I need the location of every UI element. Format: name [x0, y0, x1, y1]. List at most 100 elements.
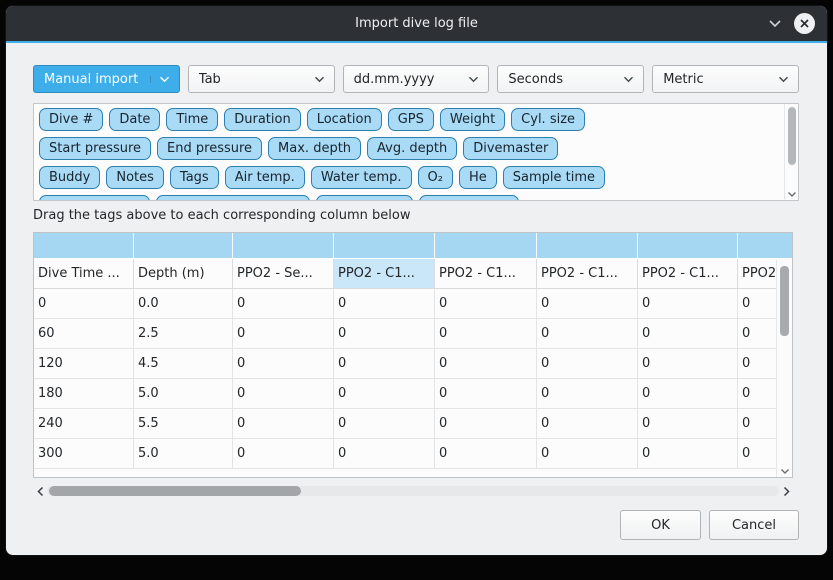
tag-max-depth[interactable]: Max. depth [268, 137, 361, 160]
table-cell[interactable]: 0 [233, 379, 334, 409]
tag-avg-depth[interactable]: Avg. depth [367, 137, 457, 160]
column-drop-target[interactable] [34, 233, 134, 259]
table-cell[interactable]: 0 [638, 349, 738, 379]
tag-date[interactable]: Date [109, 108, 160, 131]
table-cell[interactable]: 0 [537, 409, 638, 439]
table-cell[interactable]: 0 [435, 439, 537, 469]
table-cell[interactable]: 0 [233, 349, 334, 379]
scrollbar-thumb[interactable] [780, 266, 789, 336]
table-cell[interactable]: 0 [738, 289, 776, 319]
table-cell[interactable]: 0 [34, 289, 134, 319]
table-cell[interactable]: 0 [738, 439, 776, 469]
table-cell[interactable]: 0.0 [134, 289, 233, 319]
close-icon[interactable] [794, 13, 815, 34]
column-header[interactable]: PPO2 - C1... [537, 259, 638, 289]
table-cell[interactable]: 60 [34, 319, 134, 349]
table-cell[interactable]: 0 [435, 289, 537, 319]
tag-water-temp[interactable]: Water temp. [311, 166, 412, 189]
scrollbar-thumb[interactable] [788, 107, 796, 165]
combo-units[interactable]: Metric [652, 65, 799, 93]
tag-sample-temperature[interactable]: Sample temperature [156, 195, 311, 200]
tag-tags[interactable]: Tags [170, 166, 219, 189]
column-drop-target[interactable] [638, 233, 738, 259]
table-cell[interactable]: 0 [334, 379, 435, 409]
column-header[interactable]: PPO2 [738, 259, 776, 289]
titlebar[interactable]: Import dive log file [6, 6, 827, 43]
table-cell[interactable]: 0 [638, 409, 738, 439]
tag-sample-time[interactable]: Sample time [503, 166, 605, 189]
cancel-button[interactable]: Cancel [709, 510, 799, 540]
table-cell[interactable]: 300 [34, 439, 134, 469]
tag-buddy[interactable]: Buddy [39, 166, 100, 189]
table-cell[interactable]: 0 [435, 409, 537, 439]
tag-gps[interactable]: GPS [388, 108, 434, 131]
combo-duration-format[interactable]: Seconds [497, 65, 644, 93]
tag-divemaster[interactable]: Divemaster [463, 137, 558, 160]
chevron-down-icon[interactable] [768, 19, 782, 28]
table-cell[interactable]: 0 [233, 409, 334, 439]
tag-sample-depth[interactable]: Sample depth [39, 195, 150, 200]
table-cell[interactable]: 0 [334, 439, 435, 469]
tag-cyl-size[interactable]: Cyl. size [511, 108, 585, 131]
column-drop-target[interactable] [134, 233, 233, 259]
tag-location[interactable]: Location [307, 108, 382, 131]
tagpool-vertical-scrollbar[interactable] [784, 104, 798, 200]
table-horizontal-scrollbar[interactable] [33, 483, 793, 499]
tag-he[interactable]: He [459, 166, 497, 189]
tag-time[interactable]: Time [166, 108, 218, 131]
ok-button[interactable]: OK [620, 510, 701, 540]
column-header[interactable]: PPO2 - C1... [638, 259, 738, 289]
table-cell[interactable]: 2.5 [134, 319, 233, 349]
tag-dive[interactable]: Dive # [39, 108, 103, 131]
tag-start-pressure[interactable]: Start pressure [39, 137, 151, 160]
column-header[interactable]: Depth (m) [134, 259, 233, 289]
column-drop-target[interactable] [537, 233, 638, 259]
table-cell[interactable]: 180 [34, 379, 134, 409]
table-cell[interactable]: 5.5 [134, 409, 233, 439]
table-cell[interactable]: 0 [334, 349, 435, 379]
table-cell[interactable]: 0 [537, 379, 638, 409]
table-cell[interactable]: 120 [34, 349, 134, 379]
table-cell[interactable]: 5.0 [134, 379, 233, 409]
table-cell[interactable]: 0 [233, 289, 334, 319]
column-header[interactable]: PPO2 - C1... [334, 259, 435, 289]
column-drop-target[interactable] [334, 233, 435, 259]
tag-air-temp[interactable]: Air temp. [225, 166, 305, 189]
scroll-down-icon[interactable] [785, 191, 798, 198]
table-cell[interactable]: 0 [638, 289, 738, 319]
tag-sample-cns[interactable]: Sample CNS [419, 195, 519, 200]
table-vertical-scrollbar[interactable] [776, 260, 792, 477]
combo-field-separator[interactable]: Tab [188, 65, 335, 93]
table-cell[interactable]: 0 [334, 409, 435, 439]
tag-notes[interactable]: Notes [106, 166, 164, 189]
table-cell[interactable]: 0 [638, 319, 738, 349]
column-drop-target[interactable] [233, 233, 334, 259]
column-header[interactable]: PPO2 - C1... [435, 259, 537, 289]
table-cell[interactable]: 0 [738, 349, 776, 379]
table-cell[interactable]: 0 [537, 439, 638, 469]
scroll-right-icon[interactable] [779, 483, 793, 499]
table-cell[interactable]: 4.5 [134, 349, 233, 379]
table-cell[interactable]: 0 [738, 319, 776, 349]
table-cell[interactable]: 0 [334, 289, 435, 319]
column-drop-target[interactable] [738, 233, 776, 259]
table-cell[interactable]: 5.0 [134, 439, 233, 469]
scroll-left-icon[interactable] [33, 483, 47, 499]
scrollbar-thumb[interactable] [49, 486, 301, 496]
table-cell[interactable]: 0 [233, 439, 334, 469]
column-header[interactable]: Dive Time ... [34, 259, 134, 289]
table-cell[interactable]: 240 [34, 409, 134, 439]
table-cell[interactable]: 0 [638, 439, 738, 469]
table-cell[interactable]: 0 [738, 409, 776, 439]
column-drop-target[interactable] [435, 233, 537, 259]
scrollbar-track[interactable] [47, 486, 779, 496]
table-cell[interactable]: 0 [738, 379, 776, 409]
column-header[interactable]: PPO2 - Se... [233, 259, 334, 289]
table-cell[interactable]: 0 [638, 379, 738, 409]
table-cell[interactable]: 0 [435, 319, 537, 349]
table-cell[interactable]: 0 [233, 319, 334, 349]
tag-o2[interactable]: O₂ [418, 166, 453, 189]
tag-sample-po2[interactable]: Sample pO₂ [316, 195, 413, 200]
scroll-down-icon[interactable] [777, 468, 792, 475]
table-cell[interactable]: 0 [537, 319, 638, 349]
